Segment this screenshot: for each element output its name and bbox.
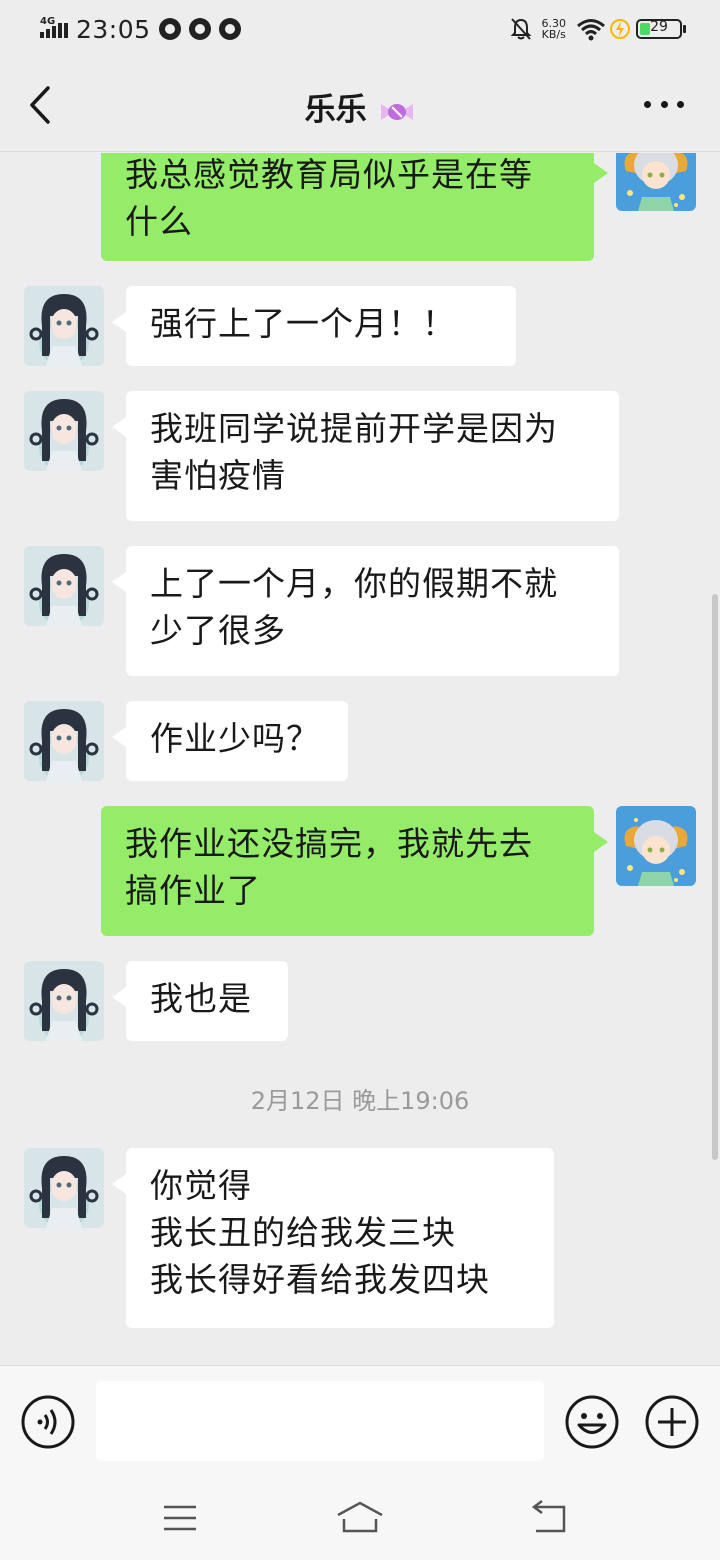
message-list[interactable]: 我总感觉教育局似乎是在等 什么 强行上了一个月！！ 我班同学说提前开学是因为 害… (0, 153, 720, 1365)
notification-icon-3 (218, 18, 241, 40)
message-bubble-out[interactable]: 我作业还没搞完，我就先去 搞作业了 (101, 806, 608, 936)
message-bubble-in[interactable]: 上了一个月，你的假期不就 少了很多 (112, 546, 619, 676)
contact-avatar[interactable] (24, 546, 104, 626)
my-avatar[interactable] (616, 153, 696, 211)
menu-icon[interactable] (156, 1499, 204, 1537)
signal-icon: 4G (38, 16, 70, 42)
status-right: 6.30 KB/s 29 (510, 12, 686, 46)
message-bubble-out[interactable]: 我总感觉教育局似乎是在等 什么 (101, 153, 608, 261)
my-avatar[interactable] (616, 806, 696, 886)
notification-icon-2 (188, 18, 211, 40)
system-nav-bar (0, 1475, 720, 1560)
contact-name: 乐乐 (304, 92, 367, 128)
contact-avatar[interactable] (24, 961, 104, 1041)
contact-avatar[interactable] (24, 701, 104, 781)
network-speed: 6.30 KB/s (542, 18, 567, 40)
emoji-icon[interactable] (564, 1394, 620, 1450)
message-bubble-in[interactable]: 作业少吗？ (112, 701, 348, 781)
plus-icon[interactable] (644, 1394, 700, 1450)
candy-icon (381, 103, 414, 120)
home-icon[interactable] (336, 1499, 384, 1537)
message-bubble-in[interactable]: 强行上了一个月！！ (112, 286, 516, 366)
message-bubble-in[interactable]: 你觉得 我长丑的给我发三块 我长得好看给我发四块 (112, 1148, 554, 1328)
status-bar: 4G 23:05 6.30 KB/s 29 (0, 0, 720, 58)
status-time: 23:05 (76, 14, 151, 44)
input-bar (0, 1365, 720, 1475)
charging-icon (610, 19, 630, 39)
more-dots-icon[interactable] (644, 98, 684, 110)
chat-header: 乐乐 (0, 58, 720, 152)
voice-icon[interactable] (20, 1394, 76, 1450)
speed-unit: KB/s (541, 28, 566, 41)
contact-avatar[interactable] (24, 286, 104, 366)
message-input[interactable] (96, 1381, 544, 1461)
scrollbar[interactable] (712, 594, 718, 1160)
message-bubble-in[interactable]: 我也是 (112, 961, 288, 1041)
notification-icon-1 (158, 18, 181, 40)
wifi-icon (577, 19, 605, 41)
battery-level: 29 (650, 19, 668, 35)
chat-title: 乐乐 (0, 84, 720, 129)
mute-bell-icon (510, 18, 531, 40)
contact-avatar[interactable] (24, 1148, 104, 1228)
battery-icon: 29 (636, 19, 686, 39)
contact-avatar[interactable] (24, 391, 104, 471)
timestamp: 2月12日 晚上19:06 (250, 1087, 470, 1115)
status-left: 4G 23:05 (38, 12, 241, 46)
message-bubble-in[interactable]: 我班同学说提前开学是因为 害怕疫情 (112, 391, 619, 521)
back-icon[interactable] (526, 1499, 574, 1537)
